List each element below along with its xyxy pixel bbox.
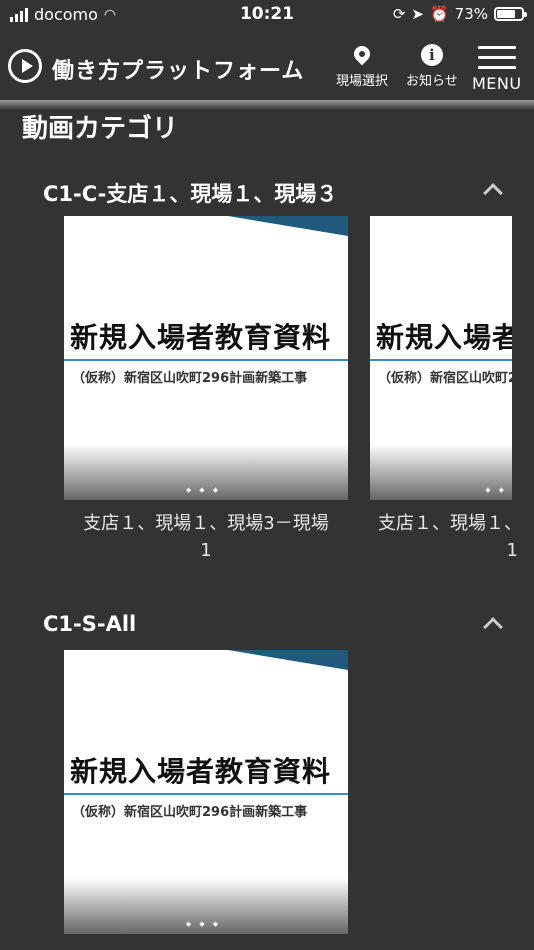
section-title: C1-S-All bbox=[43, 612, 137, 636]
thumbnail-dots: ◆◆◆ bbox=[185, 920, 227, 928]
video-caption-line: 1 bbox=[200, 540, 212, 561]
thumbnail-rule bbox=[64, 359, 348, 361]
video-thumbnail[interactable]: 新規入場者教育資料 （仮称）新宿区山吹町296計画新築工事 ◆◆◆ bbox=[64, 650, 348, 934]
thumbnail-subtitle: （仮称）新宿区山吹町296計画新築工事 bbox=[72, 371, 308, 386]
video-caption[interactable]: 支店１、現場１、現場3－現場 1 bbox=[64, 510, 348, 564]
hamburger-menu-icon[interactable] bbox=[478, 46, 516, 76]
battery-icon bbox=[494, 7, 527, 21]
thumbnail-title: 新規入場者教育資料 bbox=[70, 755, 332, 788]
notice-button[interactable]: i お知らせ bbox=[406, 44, 458, 89]
thumbnail-corner-decoration bbox=[228, 216, 348, 236]
status-right: ⟳ ➤ ⏰ 73% bbox=[392, 5, 527, 23]
chevron-up-icon[interactable] bbox=[483, 183, 503, 203]
video-thumbnail[interactable]: 新規入場者教育資料 （仮称）新宿区山吹町296計画新築工事 ◆◆◆ bbox=[64, 216, 348, 500]
section-title: C1-C-支店１、現場１、現場３ bbox=[43, 182, 338, 206]
menu-label[interactable]: MENU bbox=[472, 74, 522, 93]
app-header: 働き方プラットフォーム 現場選択 i お知らせ MENU bbox=[0, 30, 534, 102]
info-icon: i bbox=[420, 44, 443, 66]
status-bar: docomo ◠ 10:21 ⟳ ➤ ⏰ 73% bbox=[0, 0, 534, 30]
video-caption-line: 支店１、現場１、現場3－現場 bbox=[83, 513, 329, 534]
video-caption[interactable]: 支店１、現場１、現場3－現場 1 bbox=[378, 510, 520, 564]
video-caption-line: 1 bbox=[506, 540, 518, 561]
thumbnail-corner-decoration bbox=[228, 650, 348, 670]
app-title[interactable]: 働き方プラットフォーム bbox=[52, 53, 304, 85]
thumbnail-title: 新規入場者教育資料 bbox=[376, 321, 512, 354]
notice-label: お知らせ bbox=[406, 74, 458, 89]
location-arrow-icon: ➤ bbox=[411, 5, 424, 23]
thumbnail-subtitle: （仮称）新宿区山吹町296計画新築工事 bbox=[72, 805, 308, 820]
battery-percent: 73% bbox=[454, 5, 488, 23]
rotation-lock-icon: ⟳ bbox=[392, 5, 406, 23]
site-select-button[interactable]: 現場選択 bbox=[336, 42, 389, 89]
video-caption-line: 支店１、現場１、現場3－現場 bbox=[378, 513, 520, 534]
site-select-label: 現場選択 bbox=[336, 74, 389, 89]
page-title: 動画カテゴリ bbox=[22, 114, 179, 144]
alarm-icon: ⏰ bbox=[429, 5, 449, 23]
play-logo-icon[interactable] bbox=[8, 49, 42, 83]
chevron-up-icon[interactable] bbox=[483, 617, 503, 637]
thumbnail-dots: ◆◆ bbox=[485, 486, 512, 494]
thumbnail-rule bbox=[64, 793, 348, 795]
video-thumbnail[interactable]: 新規入場者教育資料 （仮称）新宿区山吹町296計画新築工事 ◆◆ bbox=[370, 216, 512, 500]
thumbnail-rule bbox=[370, 359, 512, 361]
thumbnail-dots: ◆◆◆ bbox=[185, 486, 227, 494]
thumbnail-subtitle: （仮称）新宿区山吹町296計画新築工事 bbox=[378, 371, 512, 386]
map-pin-icon bbox=[350, 42, 374, 66]
thumbnail-title: 新規入場者教育資料 bbox=[70, 321, 332, 354]
